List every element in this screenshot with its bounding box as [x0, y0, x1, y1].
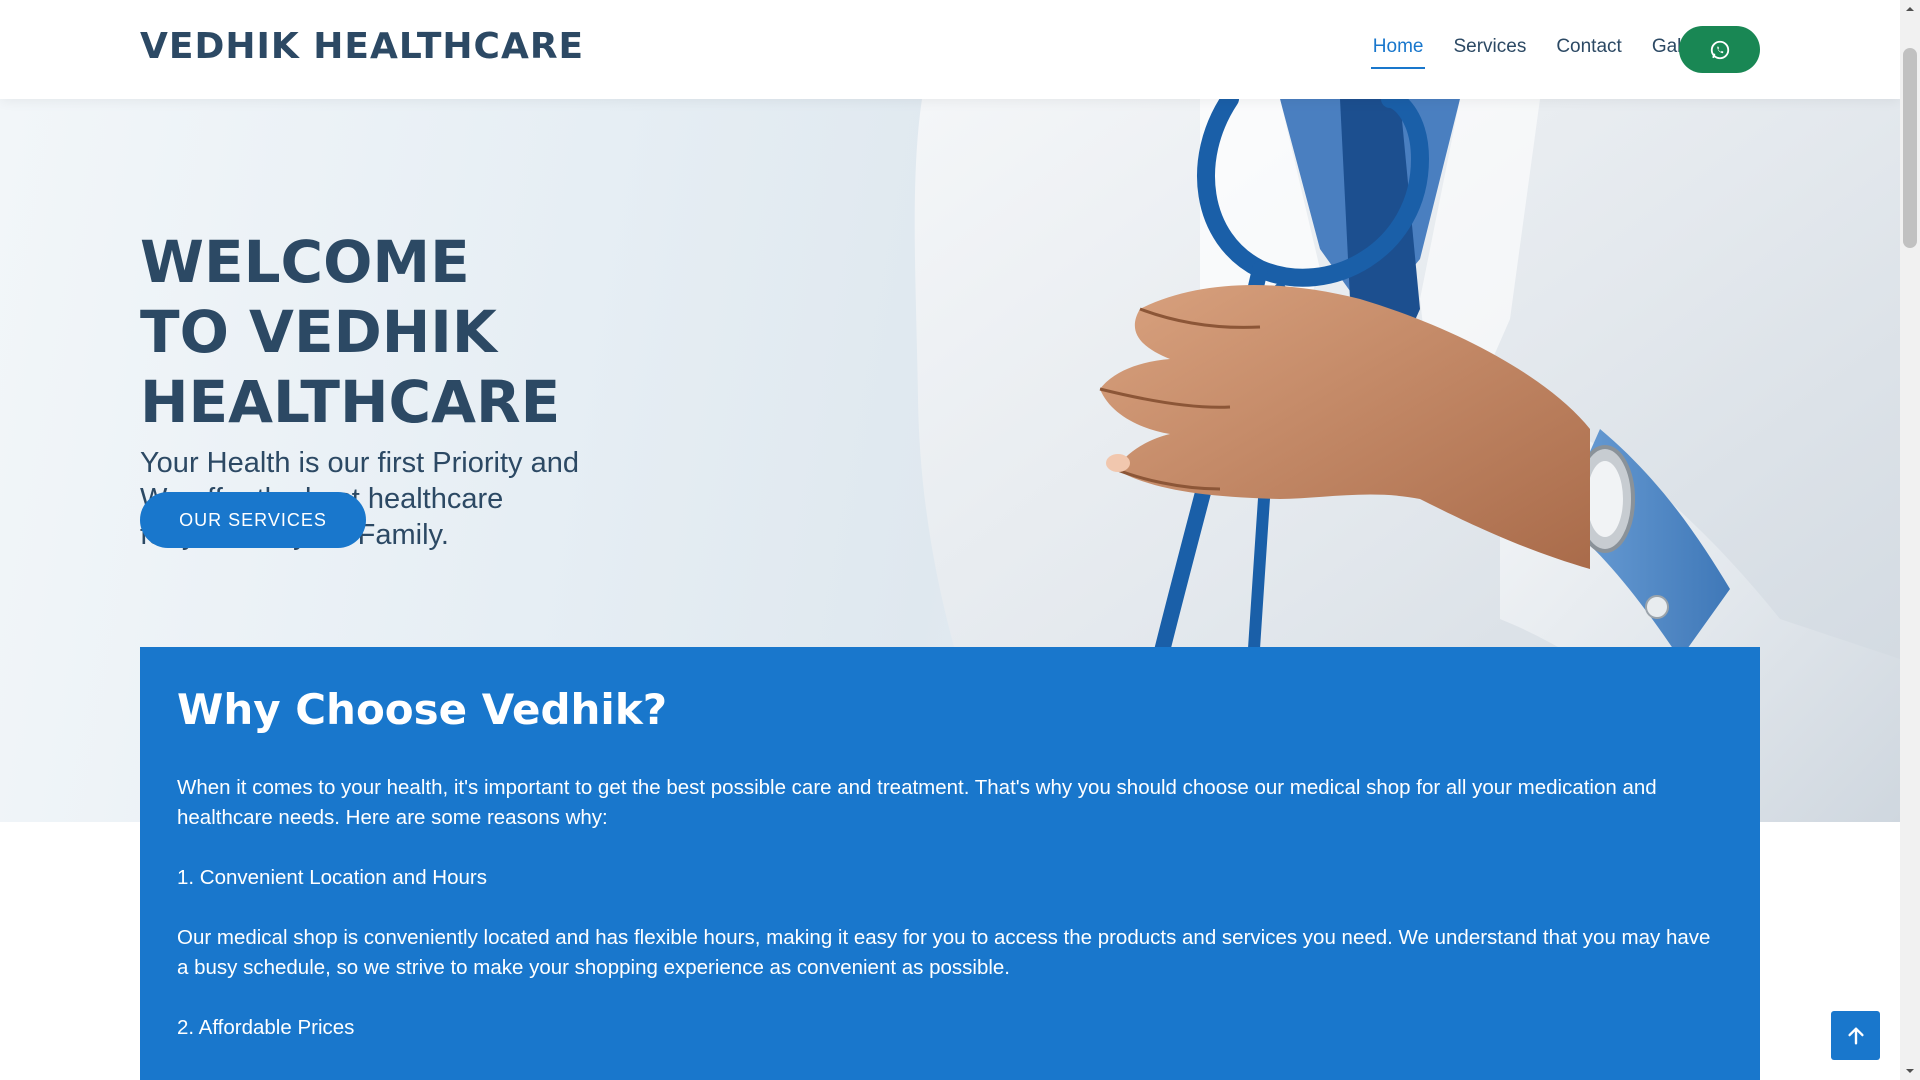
our-services-button[interactable]: OUR SERVICES: [140, 492, 366, 548]
nav-services[interactable]: Services: [1453, 36, 1526, 64]
why-paragraph: Our medical shop is conveniently located…: [177, 926, 1711, 979]
why-heading: Why Choose Vedhik?: [177, 685, 668, 734]
why-paragraph: When it comes to your health, it's impor…: [177, 776, 1657, 829]
hero-title-line: TO VEDHIK: [140, 298, 497, 366]
why-paragraph: 1. Convenient Location and Hours: [177, 866, 487, 889]
main-nav: Home Services Contact Gallery: [1343, 0, 1712, 99]
whatsapp-icon: [1710, 40, 1729, 59]
hero-title-line: WELCOME: [140, 228, 470, 296]
nav-home[interactable]: Home: [1370, 36, 1426, 69]
site-logo[interactable]: VEDHIK HEALTHCARE: [140, 26, 584, 67]
hero-title: WELCOME TO VEDHIK HEALTHCARE: [140, 227, 840, 437]
why-paragraph: 2. Affordable Prices: [177, 1016, 355, 1039]
site-header: VEDHIK HEALTHCARE Home Services Contact …: [0, 0, 1900, 99]
scroll-down-arrow-icon[interactable]: [1900, 1062, 1920, 1080]
hero-title-line: HEALTHCARE: [140, 368, 561, 436]
nav-contact[interactable]: Contact: [1556, 36, 1621, 64]
hero-subtitle-line: Your Health is our first Priority and: [140, 447, 579, 479]
back-to-top-button[interactable]: [1831, 1011, 1880, 1060]
page-scrollbar[interactable]: [1900, 0, 1920, 1080]
scroll-up-arrow-icon[interactable]: [1900, 0, 1920, 18]
arrow-up-icon: [1847, 1026, 1864, 1045]
why-choose-section: Why Choose Vedhik? When it comes to your…: [140, 647, 1760, 1080]
scroll-thumb[interactable]: [1903, 48, 1917, 248]
whatsapp-button[interactable]: [1679, 26, 1760, 73]
